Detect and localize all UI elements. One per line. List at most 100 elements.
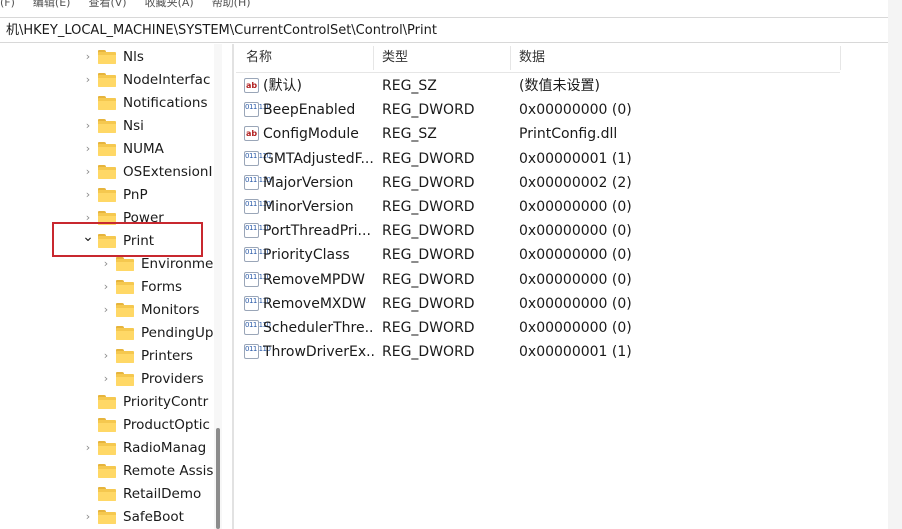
folder-icon <box>98 395 116 409</box>
menu-item[interactable]: 收藏夹(A) <box>145 0 194 10</box>
tree-item[interactable]: Notifications <box>14 92 214 114</box>
chevron-right-icon[interactable]: › <box>100 368 112 390</box>
value-type: REG_DWORD <box>382 344 475 361</box>
folder-icon <box>98 96 116 110</box>
chevron-right-icon[interactable]: › <box>82 437 94 459</box>
tree-item[interactable]: › Forms <box>14 276 214 298</box>
value-name: GMTAdjustedF... <box>263 150 374 167</box>
value-row[interactable]: 011 110 BeepEnabled REG_DWORD 0x00000000 (0… <box>236 98 840 122</box>
column-divider[interactable] <box>510 46 511 70</box>
chevron-right-icon[interactable]: › <box>82 69 94 91</box>
print-key-highlight <box>52 222 203 257</box>
values-list: 名称 类型 数据 ab (默认) REG_SZ (数值未设置) 011 110 BeepE… <box>236 44 888 529</box>
value-name: ConfigModule <box>263 126 359 143</box>
value-row[interactable]: 011 110 RemoveMPDW REG_DWORD 0x00000000 (0) <box>236 268 840 292</box>
value-data: 0x00000000 (0) <box>519 271 632 288</box>
value-row[interactable]: 011 110 ThrowDriverEx... REG_DWORD 0x000000… <box>236 340 840 364</box>
chevron-right-icon[interactable]: › <box>82 46 94 68</box>
tree-item-label: Providers <box>141 371 204 387</box>
tree-item[interactable]: › Printers <box>14 345 214 367</box>
value-row[interactable]: 011 110 PriorityClass REG_DWORD 0x00000000 … <box>236 243 840 267</box>
chevron-right-icon[interactable]: › <box>100 299 112 321</box>
value-data: 0x00000000 (0) <box>519 223 632 240</box>
tree-item[interactable]: › Nsi <box>14 115 214 137</box>
pane-splitter[interactable] <box>232 44 234 529</box>
value-type: REG_DWORD <box>382 199 475 215</box>
value-row[interactable]: ab ConfigModule REG_SZ PrintConfig.dll <box>236 122 840 146</box>
tree-item-label: Remote Assis <box>123 463 214 479</box>
value-row[interactable]: ab (默认) REG_SZ (数值未设置) <box>236 74 840 98</box>
column-header-name[interactable]: 名称 <box>246 44 272 72</box>
value-type: REG_DWORD <box>382 271 475 288</box>
value-type: REG_DWORD <box>382 174 475 191</box>
value-name: RemoveMXDW <box>263 295 367 312</box>
folder-icon <box>98 418 116 432</box>
list-header: 名称 类型 数据 <box>236 44 841 73</box>
tree-item[interactable]: PendingUp <box>14 322 214 344</box>
tree-item[interactable]: › NUMA <box>14 138 214 160</box>
folder-icon <box>116 257 134 271</box>
folder-icon <box>98 441 116 455</box>
tree-item[interactable]: › RadioManag <box>14 437 214 459</box>
value-type: REG_SZ <box>382 78 437 94</box>
tree-item[interactable]: › Nls <box>14 46 214 68</box>
value-data: 0x00000000 (0) <box>519 102 632 119</box>
folder-icon <box>116 326 134 340</box>
column-divider[interactable] <box>840 46 841 70</box>
value-type: REG_DWORD <box>382 247 475 264</box>
tree-item[interactable]: › Providers <box>14 368 214 390</box>
folder-icon <box>98 188 116 202</box>
folder-icon <box>98 119 116 133</box>
value-row[interactable]: 011 110 RemoveMXDW REG_DWORD 0x00000000 (0) <box>236 292 840 316</box>
value-type: REG_DWORD <box>382 150 475 167</box>
binary-value-icon: 011 110 <box>244 271 271 287</box>
value-name: PriorityClass <box>263 247 350 264</box>
menu-item[interactable]: 查看(V) <box>88 0 126 10</box>
tree-item[interactable]: Remote Assis <box>14 460 214 482</box>
tree-item[interactable]: › Monitors <box>14 299 214 321</box>
tree-item-label: Printers <box>141 348 193 364</box>
value-row[interactable]: 011 110 PortThreadPri... REG_DWORD 0x000000… <box>236 219 840 243</box>
binary-value-icon: 011 110 <box>244 223 271 239</box>
tree-scrollbar-thumb[interactable] <box>216 428 220 529</box>
address-bar[interactable]: 机\HKEY_LOCAL_MACHINE\SYSTEM\CurrentContr… <box>0 17 888 43</box>
chevron-right-icon[interactable]: › <box>82 115 94 137</box>
tree-item-label: PendingUp <box>141 325 214 341</box>
tree-item[interactable]: ProductOptic <box>14 414 214 436</box>
tree-item[interactable]: › PnP <box>14 184 214 206</box>
tree-item-label: PnP <box>123 187 148 203</box>
tree-item[interactable]: › SafeBoot <box>14 506 214 528</box>
tree-item-label: Forms <box>141 279 183 295</box>
tree-item[interactable]: › NodeInterfac <box>14 69 214 91</box>
binary-value-icon: 011 110 <box>244 247 271 263</box>
column-header-type[interactable]: 类型 <box>382 44 408 72</box>
chevron-right-icon[interactable]: › <box>100 345 112 367</box>
chevron-right-icon[interactable]: › <box>82 138 94 160</box>
tree-item-label: Nsi <box>123 118 144 134</box>
value-name: PortThreadPri... <box>263 223 371 240</box>
value-type: REG_SZ <box>382 126 437 143</box>
value-row[interactable]: 011 110 SchedulerThre... REG_DWORD 0x000000… <box>236 316 840 340</box>
tree-item[interactable]: RetailDemo <box>14 483 214 505</box>
menu-item[interactable]: 帮助(H) <box>212 0 251 10</box>
chevron-right-icon[interactable]: › <box>82 184 94 206</box>
value-data: 0x00000000 (0) <box>519 320 632 336</box>
tree-item[interactable]: › OSExtensionI <box>14 161 214 183</box>
menu-item[interactable]: (F) <box>0 0 15 9</box>
chevron-right-icon[interactable]: › <box>82 161 94 183</box>
tree-item[interactable]: PriorityContr <box>14 391 214 413</box>
value-row[interactable]: 011 110 MajorVersion REG_DWORD 0x00000002 (… <box>236 171 840 195</box>
column-divider[interactable] <box>373 46 374 70</box>
folder-icon <box>116 372 134 386</box>
chevron-right-icon[interactable]: › <box>100 276 112 298</box>
binary-value-icon: 011 110 <box>244 295 271 311</box>
tree-item-label: Monitors <box>141 302 200 318</box>
value-row[interactable]: 011 110 GMTAdjustedF... REG_DWORD 0x0000000… <box>236 147 840 171</box>
folder-icon <box>98 142 116 156</box>
chevron-right-icon[interactable]: › <box>82 506 94 528</box>
column-header-data[interactable]: 数据 <box>519 44 545 72</box>
value-name: RemoveMPDW <box>263 271 365 288</box>
menu-item[interactable]: 编辑(E) <box>33 0 71 10</box>
value-name: ThrowDriverEx... <box>263 344 375 361</box>
value-row[interactable]: 011 110 MinorVersion REG_DWORD 0x00000000 (… <box>236 195 840 219</box>
